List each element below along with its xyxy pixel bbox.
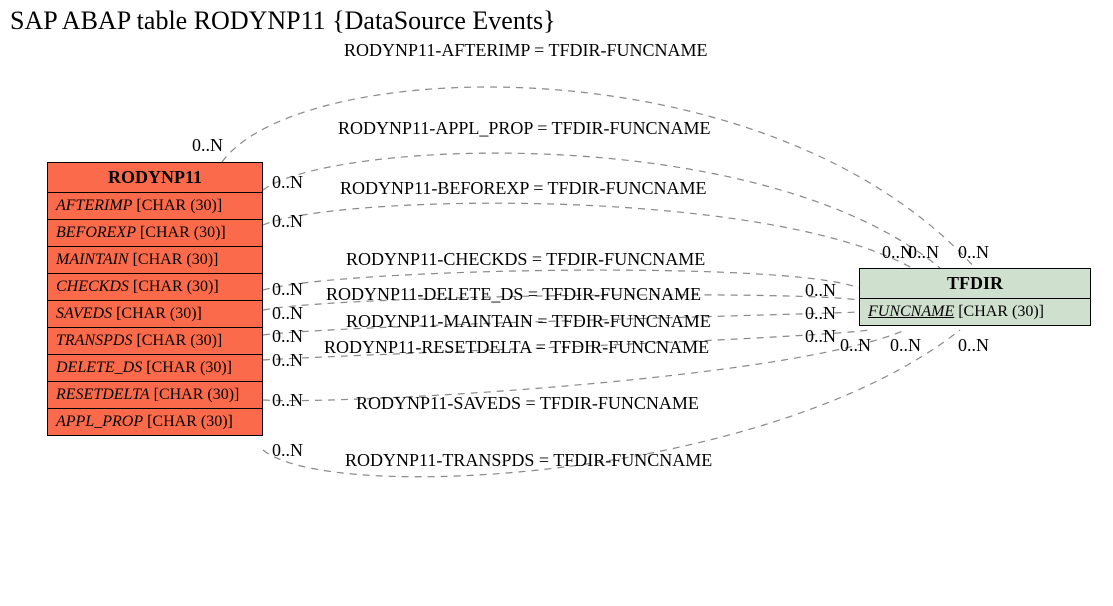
cardinality-label: 0..N [272,326,303,347]
cardinality-label: 0..N [958,335,989,356]
cardinality-label: 0..N [192,135,223,156]
attr-name: RESETDELTA [56,386,150,403]
cardinality-label: 0..N [272,211,303,232]
attr-name: MAINTAIN [56,251,129,268]
cardinality-label: 0..N [840,335,871,356]
attr-type: [CHAR (30)] [133,251,219,268]
attr-type: [CHAR (30)] [133,278,219,295]
attr-name: SAVEDS [56,305,112,322]
relation-label: RODYNP11-APPL_PROP = TFDIR-FUNCNAME [338,118,711,139]
attr-type: [CHAR (30)] [116,305,202,322]
relation-label: RODYNP11-AFTERIMP = TFDIR-FUNCNAME [344,40,708,61]
relation-label: RODYNP11-CHECKDS = TFDIR-FUNCNAME [346,249,705,270]
cardinality-label: 0..N [908,242,939,263]
entity-rodynp11-header: RODYNP11 [48,163,262,193]
attr-name: TRANSPDS [56,332,132,349]
table-row: SAVEDS [CHAR (30)] [48,301,262,328]
cardinality-label: 0..N [272,440,303,461]
attr-name: FUNCNAME [868,303,954,320]
attr-name: AFTERIMP [56,197,132,214]
table-row: CHECKDS [CHAR (30)] [48,274,262,301]
attr-type: [CHAR (30)] [146,359,232,376]
attr-type: [CHAR (30)] [136,332,222,349]
attr-type: [CHAR (30)] [154,386,240,403]
cardinality-label: 0..N [805,303,836,324]
relation-label: RODYNP11-TRANSPDS = TFDIR-FUNCNAME [345,450,712,471]
table-row: DELETE_DS [CHAR (30)] [48,355,262,382]
table-row: TRANSPDS [CHAR (30)] [48,328,262,355]
cardinality-label: 0..N [272,172,303,193]
entity-tfdir-header: TFDIR [860,269,1090,299]
cardinality-label: 0..N [890,335,921,356]
attr-name: APPL_PROP [56,413,143,430]
table-row: BEFOREXP [CHAR (30)] [48,220,262,247]
attr-name: CHECKDS [56,278,129,295]
page-title: SAP ABAP table RODYNP11 {DataSource Even… [10,6,556,36]
cardinality-label: 0..N [272,390,303,411]
relation-label: RODYNP11-BEFOREXP = TFDIR-FUNCNAME [340,178,707,199]
table-row: AFTERIMP [CHAR (30)] [48,193,262,220]
cardinality-label: 0..N [805,326,836,347]
table-row: MAINTAIN [CHAR (30)] [48,247,262,274]
cardinality-label: 0..N [272,303,303,324]
attr-type: [CHAR (30)] [140,224,226,241]
attr-type: [CHAR (30)] [958,303,1044,320]
cardinality-label: 0..N [272,350,303,371]
relation-label: RODYNP11-MAINTAIN = TFDIR-FUNCNAME [346,311,711,332]
cardinality-label: 0..N [805,280,836,301]
relation-label: RODYNP11-SAVEDS = TFDIR-FUNCNAME [356,393,699,414]
cardinality-label: 0..N [958,242,989,263]
attr-name: DELETE_DS [56,359,142,376]
entity-rodynp11: RODYNP11 AFTERIMP [CHAR (30)] BEFOREXP [… [47,162,263,436]
attr-name: BEFOREXP [56,224,136,241]
attr-type: [CHAR (30)] [147,413,233,430]
attr-type: [CHAR (30)] [136,197,222,214]
diagram-canvas: SAP ABAP table RODYNP11 {DataSource Even… [0,0,1113,606]
relation-label: RODYNP11-RESETDELTA = TFDIR-FUNCNAME [324,337,709,358]
table-row: APPL_PROP [CHAR (30)] [48,409,262,435]
relation-label: RODYNP11-DELETE_DS = TFDIR-FUNCNAME [326,284,701,305]
table-row: FUNCNAME [CHAR (30)] [860,299,1090,325]
table-row: RESETDELTA [CHAR (30)] [48,382,262,409]
cardinality-label: 0..N [272,279,303,300]
entity-tfdir: TFDIR FUNCNAME [CHAR (30)] [859,268,1091,326]
